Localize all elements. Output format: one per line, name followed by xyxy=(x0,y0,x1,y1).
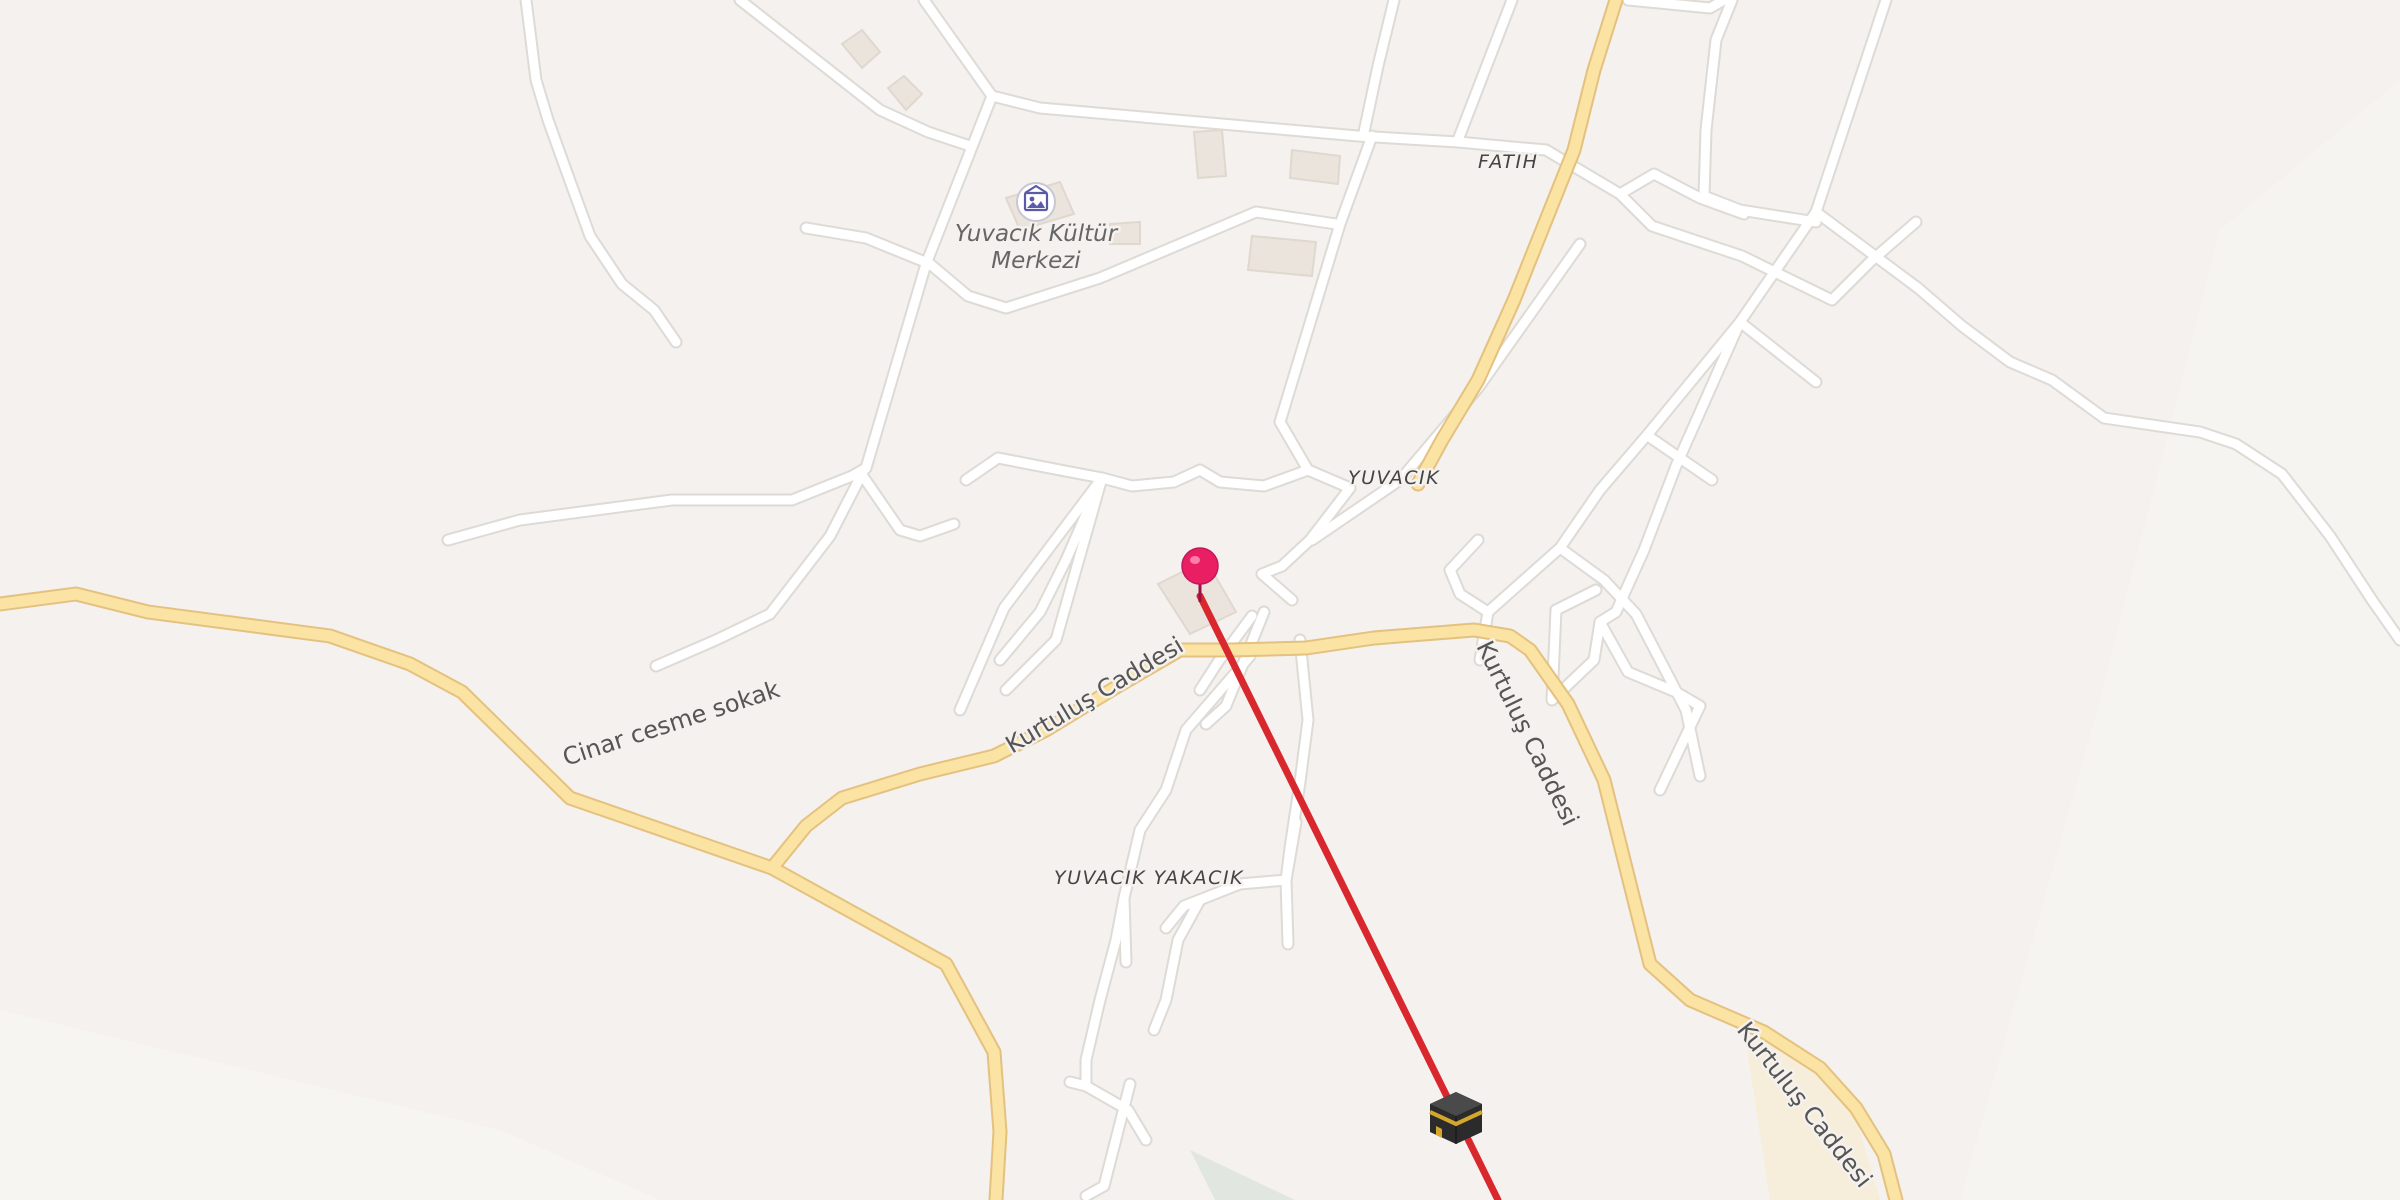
city-map[interactable]: FATIH YUVACIK YUVACIK YAKACIK Kurtuluş C… xyxy=(0,0,2400,1200)
area-label-yuvacik: YUVACIK xyxy=(1348,467,1440,489)
gallery-icon[interactable] xyxy=(1016,182,1056,222)
poi-label-line2: Merkezi xyxy=(991,248,1081,274)
area-label-yuvacik-yakacik: YUVACIK YAKACIK xyxy=(1054,867,1244,889)
area-label-fatih: FATIH xyxy=(1478,151,1538,173)
poi-label-line1: Yuvacık Kültür xyxy=(955,221,1119,247)
